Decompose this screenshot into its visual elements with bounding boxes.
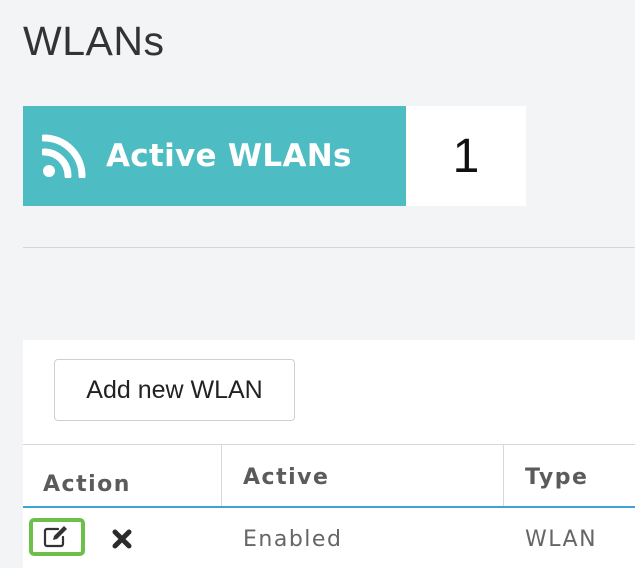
column-separator: [503, 445, 504, 506]
wlan-table-panel: Add new WLAN Action Active Type Enabled …: [23, 340, 635, 568]
column-header-action[interactable]: Action: [43, 472, 131, 497]
edit-icon: [43, 526, 67, 548]
active-wlans-count: 1: [406, 106, 526, 206]
active-wlans-label-box: Active WLANs: [23, 106, 406, 206]
active-wlans-label: Active WLANs: [106, 138, 352, 174]
column-header-active[interactable]: Active: [243, 465, 329, 490]
column-separator: [221, 445, 222, 506]
table-top-border: [23, 444, 635, 445]
column-header-type[interactable]: Type: [525, 465, 588, 490]
row-active-cell: Enabled: [243, 527, 343, 552]
edit-wlan-button[interactable]: [29, 518, 85, 556]
table-header-underline: [23, 506, 635, 508]
delete-wlan-button[interactable]: [109, 526, 135, 552]
row-type-cell: WLAN: [525, 527, 598, 552]
section-divider: [23, 247, 635, 248]
rss-icon: [42, 134, 86, 178]
add-new-wlan-button[interactable]: Add new WLAN: [54, 359, 295, 421]
active-wlans-widget: Active WLANs 1: [23, 106, 526, 206]
page-title: WLANs: [23, 18, 165, 64]
close-icon: [112, 529, 132, 549]
